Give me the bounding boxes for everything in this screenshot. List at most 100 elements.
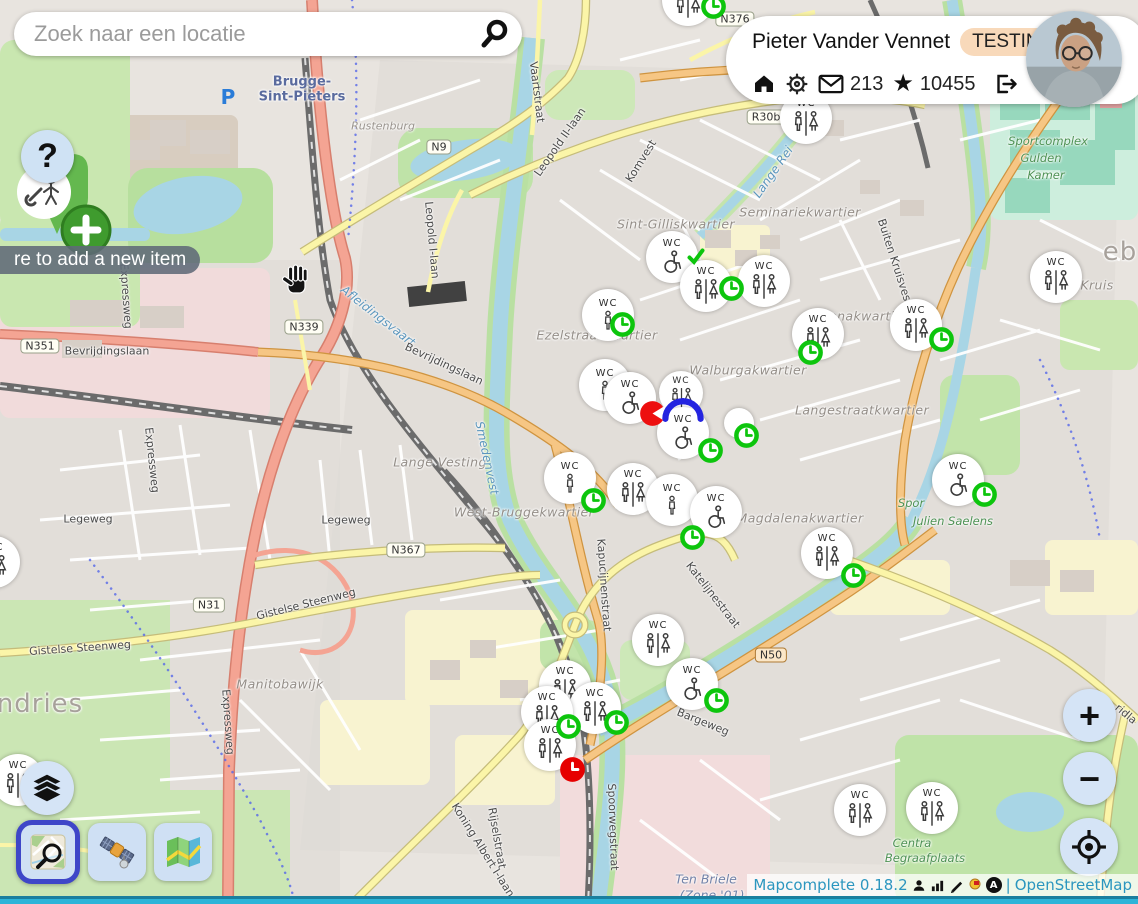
toilet-marker[interactable]: WC	[657, 407, 709, 459]
layers-button[interactable]	[20, 761, 74, 815]
toilet-pictogram-mw	[748, 273, 780, 300]
toilet-marker[interactable]	[724, 408, 754, 438]
mapcomplete-app: Brugge-Sint-PietersRustenburgSint-Gillis…	[0, 0, 1138, 904]
wc-label: WC	[663, 484, 682, 494]
toilet-pictogram-mw	[690, 278, 722, 305]
toilet-pictogram-wh	[678, 677, 707, 702]
openstreetmap-link[interactable]: OpenStreetMap	[1015, 876, 1132, 894]
bottom-strip	[0, 896, 1138, 904]
user-name: Pieter Vander Vennet	[752, 30, 950, 54]
toilet-marker[interactable]: WC	[1030, 251, 1082, 303]
wc-label: WC	[624, 470, 643, 480]
wc-label: WC	[538, 693, 557, 703]
toilet-pictogram-man	[659, 495, 685, 517]
attribution-bar: Mapcomplete 0.18.2 A | OpenStreetMap	[747, 874, 1138, 896]
wc-label: WC	[599, 299, 618, 309]
toilet-marker[interactable]: WC	[569, 682, 621, 734]
wc-label: WC	[0, 543, 3, 553]
search-icon[interactable]	[478, 18, 510, 50]
crosshair-icon	[1071, 829, 1107, 865]
wc-label: WC	[818, 534, 837, 544]
add-item-tooltip: re to add a new item	[0, 246, 200, 274]
wc-label: WC	[1047, 258, 1066, 268]
wc-label: WC	[851, 791, 870, 801]
logout-icon[interactable]	[993, 72, 1019, 96]
toilet-marker[interactable]: WC	[792, 308, 844, 360]
attribution-separator: |	[1006, 876, 1011, 894]
style-osm-carto-button[interactable]	[16, 820, 80, 884]
wc-label: WC	[663, 239, 682, 249]
toilet-pictogram-mw	[844, 802, 876, 829]
wc-label: WC	[672, 377, 689, 386]
toilet-marker[interactable]: WC	[680, 260, 732, 312]
edit-pencil-icon[interactable]	[949, 878, 964, 893]
wc-label: WC	[541, 726, 560, 736]
wc-label: WC	[674, 415, 693, 425]
gear-icon[interactable]	[785, 72, 809, 96]
wc-label: WC	[586, 689, 605, 699]
wc-label: WC	[596, 369, 615, 379]
wc-label: WC	[755, 262, 774, 272]
home-icon[interactable]	[752, 72, 776, 96]
help-button[interactable]: ?	[21, 130, 74, 183]
wc-label: WC	[949, 462, 968, 472]
hand-cursor-icon	[280, 263, 314, 303]
wc-label: WC	[907, 306, 926, 316]
toilet-pictogram-mw	[1040, 269, 1072, 296]
messages-button[interactable]: 213	[818, 73, 883, 96]
toilet-pictogram-mw	[0, 554, 10, 581]
toilet-marker[interactable]: WC	[834, 784, 886, 836]
wc-label: WC	[697, 267, 716, 277]
location-search-bar	[14, 12, 522, 56]
toilet-marker[interactable]: WC	[932, 454, 984, 506]
wc-label: WC	[707, 494, 726, 504]
search-input[interactable]	[14, 21, 478, 47]
layers-icon	[30, 772, 64, 804]
wc-label: WC	[923, 789, 942, 799]
toilet-pictogram-mw	[672, 0, 704, 19]
contributor-icon[interactable]	[912, 878, 926, 893]
toilet-marker[interactable]: WC	[604, 372, 656, 424]
toilet-pictogram-mw	[579, 700, 611, 727]
zoom-out-button[interactable]: −	[1063, 752, 1116, 805]
toilet-pictogram-mw	[534, 737, 566, 764]
toilet-marker[interactable]: WC	[666, 658, 718, 710]
toilet-marker[interactable]: WC	[544, 452, 596, 504]
style-satellite-button[interactable]	[88, 823, 146, 881]
toilet-marker[interactable]: WC	[690, 486, 742, 538]
attribution-a-icon[interactable]: A	[986, 877, 1002, 893]
toilet-pictogram-mw	[900, 317, 932, 344]
toilet-marker[interactable]: WC	[801, 527, 853, 579]
toilet-marker[interactable]: WC	[524, 719, 576, 771]
statistics-icon[interactable]	[930, 878, 945, 893]
wc-label: WC	[556, 667, 575, 677]
wc-label: WC	[809, 315, 828, 325]
toilet-pictogram-mw	[811, 545, 843, 572]
toilet-pictogram-mw	[790, 110, 822, 137]
wc-label: WC	[649, 621, 668, 631]
changesets-button[interactable]: ★ 10455	[892, 72, 975, 96]
toilet-marker[interactable]: WC	[890, 299, 942, 351]
satellite-icon	[97, 832, 137, 872]
toilet-marker[interactable]: WC	[582, 289, 634, 341]
toilet-pictogram-mw	[642, 632, 674, 659]
wc-label: WC	[621, 380, 640, 390]
toilet-pictogram-man	[557, 473, 583, 495]
messages-count: 213	[850, 73, 883, 96]
toilet-pictogram-wh	[944, 473, 973, 498]
toilet-pictogram-man	[595, 310, 621, 332]
zoom-in-button[interactable]: +	[1063, 689, 1116, 742]
toilet-pictogram-wh	[702, 505, 731, 530]
folded-map-icon	[163, 832, 203, 872]
toilet-pictogram-wh	[616, 391, 645, 416]
toilet-pictogram-mw	[916, 800, 948, 827]
toilet-marker[interactable]: WC	[906, 782, 958, 834]
style-map-button[interactable]	[154, 823, 212, 881]
avatar[interactable]	[1026, 11, 1122, 107]
toilet-pictogram-wh	[658, 250, 687, 275]
attribution-app[interactable]: Mapcomplete 0.18.2	[753, 876, 907, 894]
toilet-marker[interactable]: WC	[632, 614, 684, 666]
wc-label: WC	[561, 462, 580, 472]
geolocate-button[interactable]	[1060, 818, 1118, 876]
toilet-marker[interactable]: WC	[738, 255, 790, 307]
